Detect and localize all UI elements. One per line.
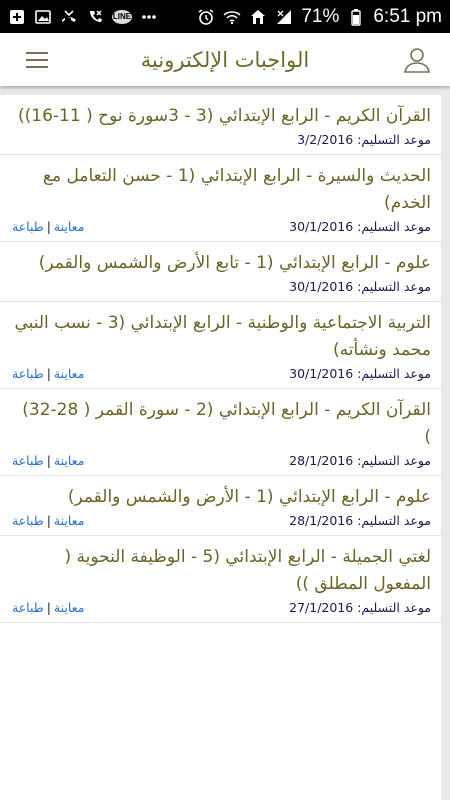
clock: 6:51 pm	[373, 5, 442, 27]
actions-separator: |	[46, 600, 51, 615]
preview-link[interactable]: معاينة	[54, 600, 85, 615]
add-box-icon	[8, 8, 26, 26]
list-item[interactable]: القرآن الكريم - الرابع الإبتدائي (3 - 3س…	[0, 95, 441, 155]
list-item[interactable]: التربية الاجتماعية والوطنية - الرابع الإ…	[0, 302, 441, 389]
wifi-icon	[223, 8, 241, 26]
item-actions: معاينة|طباعة	[12, 218, 84, 235]
list-item[interactable]: علوم - الرابع الإبتدائي (1 - تابع الأرض …	[0, 242, 441, 302]
due-row: موعد التسليم: 3/2/2016	[12, 130, 431, 148]
due-date-value: 30/1/2016	[289, 279, 354, 294]
due-label: موعد التسليم:	[357, 366, 431, 381]
print-link[interactable]: طباعة	[12, 600, 44, 615]
actions-separator: |	[46, 453, 51, 468]
missed-call-icon	[60, 8, 78, 26]
print-link[interactable]: طباعة	[12, 513, 44, 528]
homework-list: القرآن الكريم - الرابع الإبتدائي (3 - 3س…	[0, 95, 441, 800]
item-actions: معاينة|طباعة	[12, 599, 84, 616]
preview-link[interactable]: معاينة	[54, 513, 85, 528]
homework-title[interactable]: الحديث والسيرة - الرابع الإبتدائي (1 - ح…	[12, 163, 431, 217]
item-actions: معاينة|طباعة	[12, 452, 84, 469]
due-date: موعد التسليم: 30/1/2016	[12, 278, 431, 295]
due-date: موعد التسليم: 30/1/2016	[84, 218, 431, 235]
list-item[interactable]: الحديث والسيرة - الرابع الإبتدائي (1 - ح…	[0, 155, 441, 242]
homework-title[interactable]: القرآن الكريم - الرابع الإبتدائي (3 - 3س…	[12, 103, 431, 130]
actions-separator: |	[46, 366, 51, 381]
app-bar: الواجبات الإلكترونية	[0, 33, 450, 86]
image-icon	[34, 8, 52, 26]
homework-title[interactable]: لغتي الجميلة - الرابع الإبتدائي (5 - الو…	[12, 544, 431, 598]
actions-separator: |	[46, 219, 51, 234]
home-sync-icon	[249, 8, 267, 26]
due-date-value: 28/1/2016	[289, 513, 354, 528]
actions-separator: |	[46, 513, 51, 528]
due-row: معاينة|طباعة موعد التسليم: 27/1/2016	[12, 598, 431, 616]
item-actions: معاينة|طباعة	[12, 365, 84, 382]
list-item[interactable]: لغتي الجميلة - الرابع الإبتدائي (5 - الو…	[0, 536, 441, 623]
due-label: موعد التسليم:	[357, 132, 431, 147]
due-date-value: 30/1/2016	[289, 366, 354, 381]
due-label: موعد التسليم:	[357, 513, 431, 528]
hamburger-menu-icon[interactable]	[26, 51, 48, 68]
due-date: موعد التسليم: 3/2/2016	[12, 131, 431, 148]
due-date-value: 30/1/2016	[289, 219, 354, 234]
due-label: موعد التسليم:	[357, 279, 431, 294]
page-title: الواجبات الإلكترونية	[140, 47, 310, 72]
due-date-value: 27/1/2016	[289, 600, 354, 615]
alarm-icon	[197, 8, 215, 26]
due-row: معاينة|طباعة موعد التسليم: 30/1/2016	[12, 217, 431, 235]
homework-title[interactable]: علوم - الرابع الإبتدائي (1 - تابع الأرض …	[12, 250, 431, 277]
due-date: موعد التسليم: 30/1/2016	[84, 365, 431, 382]
user-profile-icon[interactable]	[402, 45, 432, 75]
line-app-icon: LINE	[112, 9, 132, 24]
scrollbar-track[interactable]	[441, 95, 450, 800]
battery-icon	[347, 8, 365, 26]
due-row: موعد التسليم: 30/1/2016	[12, 277, 431, 295]
print-link[interactable]: طباعة	[12, 366, 44, 381]
due-row: معاينة|طباعة موعد التسليم: 28/1/2016	[12, 451, 431, 469]
due-label: موعد التسليم:	[357, 219, 431, 234]
more-dots-icon	[140, 8, 158, 26]
due-date: موعد التسليم: 28/1/2016	[84, 452, 431, 469]
list-item[interactable]: علوم - الرابع الإبتدائي (1 - الأرض والشم…	[0, 476, 441, 536]
item-actions: معاينة|طباعة	[12, 512, 84, 529]
due-row: معاينة|طباعة موعد التسليم: 30/1/2016	[12, 364, 431, 382]
due-date-value: 3/2/2016	[297, 132, 354, 147]
due-date-value: 28/1/2016	[289, 453, 354, 468]
homework-title[interactable]: علوم - الرابع الإبتدائي (1 - الأرض والشم…	[12, 484, 431, 511]
notification-icons: LINE	[8, 8, 158, 26]
battery-level: 71%	[301, 5, 340, 27]
system-icons: 71% 6:51 pm	[197, 6, 442, 28]
homework-title[interactable]: القرآن الكريم - الرابع الإبتدائي (2 - سو…	[12, 397, 431, 451]
signal-icon	[275, 8, 293, 26]
status-bar: LINE 71% 6:51 pm	[0, 0, 450, 33]
preview-link[interactable]: معاينة	[54, 453, 85, 468]
homework-title[interactable]: التربية الاجتماعية والوطنية - الرابع الإ…	[12, 310, 431, 364]
list-item[interactable]: القرآن الكريم - الرابع الإبتدائي (2 - سو…	[0, 389, 441, 476]
preview-link[interactable]: معاينة	[54, 366, 85, 381]
due-date: موعد التسليم: 28/1/2016	[84, 512, 431, 529]
print-link[interactable]: طباعة	[12, 453, 44, 468]
due-label: موعد التسليم:	[357, 453, 431, 468]
blocked-call-icon	[86, 8, 104, 26]
due-label: موعد التسليم:	[357, 600, 431, 615]
preview-link[interactable]: معاينة	[54, 219, 85, 234]
due-date: موعد التسليم: 27/1/2016	[84, 599, 431, 616]
print-link[interactable]: طباعة	[12, 219, 44, 234]
due-row: معاينة|طباعة موعد التسليم: 28/1/2016	[12, 511, 431, 529]
